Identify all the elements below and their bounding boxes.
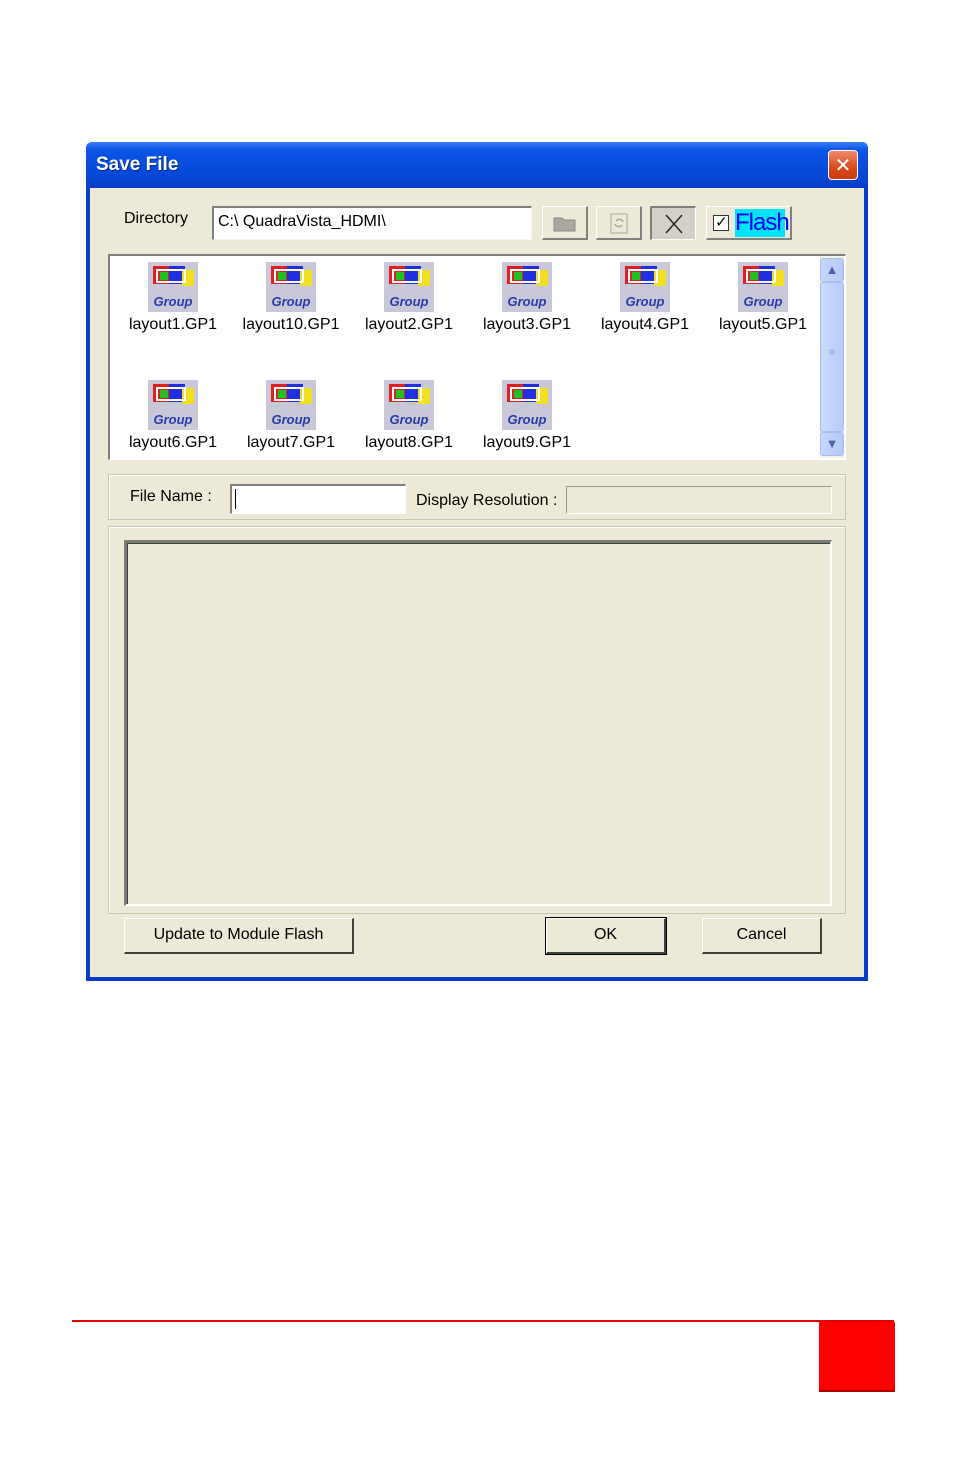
chevron-up-icon: ▲ [825, 262, 839, 277]
display-resolution-field [566, 486, 832, 514]
group-layout-icon: Group [384, 380, 434, 430]
group-layout-icon: Group [502, 262, 552, 312]
open-folder-button[interactable] [542, 206, 588, 240]
vertical-scrollbar[interactable]: ▲ ≡ ▼ [820, 256, 844, 458]
grip-icon: ≡ [828, 345, 836, 359]
group-layout-icon: Group [384, 262, 434, 312]
directory-input[interactable]: C:\ QuadraVista_HDMI\ [212, 206, 532, 240]
display-resolution-label: Display Resolution : [416, 492, 558, 509]
file-name-text: layout7.GP1 [246, 434, 336, 451]
footer-red-box-edge [819, 1390, 895, 1392]
file-item[interactable]: Group layout3.GP1 [468, 258, 586, 358]
file-name-text: layout10.GP1 [242, 316, 340, 333]
svg-text:Group: Group [154, 294, 193, 309]
layout-preview-area [124, 540, 832, 906]
file-item[interactable]: Group layout1.GP1 [114, 258, 232, 358]
flash-checkbox[interactable]: ✓ [713, 214, 729, 231]
file-item[interactable]: Group layout8.GP1 [350, 376, 468, 459]
chevron-down-icon: ▼ [825, 436, 839, 451]
svg-text:Group: Group [626, 294, 665, 309]
flash-label: Flash [735, 209, 790, 237]
group-layout-icon: Group [738, 262, 788, 312]
file-item[interactable]: Group layout4.GP1 [586, 258, 704, 358]
group-layout-icon: Group [620, 262, 670, 312]
svg-text:Group: Group [744, 294, 783, 309]
file-name-text: layout2.GP1 [364, 316, 454, 333]
refresh-button[interactable] [596, 206, 642, 240]
file-item[interactable]: Group layout10.GP1 [232, 258, 350, 358]
scroll-down-button[interactable]: ▼ [820, 432, 844, 456]
file-name-text: layout8.GP1 [364, 434, 454, 451]
checkmark-icon: ✓ [715, 214, 728, 231]
directory-label: Directory [124, 210, 189, 227]
file-list[interactable]: Group layout1.GP1 Group layout10.GP1 Group la… [108, 254, 846, 460]
ok-button[interactable]: OK [545, 917, 667, 955]
file-item[interactable]: Group layout6.GP1 [114, 376, 232, 459]
file-item[interactable]: Group layout9.GP1 [468, 376, 586, 459]
file-item[interactable]: Group layout7.GP1 [232, 376, 350, 459]
file-name-input[interactable] [230, 484, 406, 514]
close-icon: ✕ [834, 155, 852, 177]
footer-rule [72, 1320, 894, 1322]
group-layout-icon: Group [266, 262, 316, 312]
svg-text:Group: Group [272, 412, 311, 427]
file-name-text: layout4.GP1 [600, 316, 690, 333]
cancel-button[interactable]: Cancel [702, 918, 822, 954]
file-name-text: layout6.GP1 [128, 434, 218, 451]
delete-x-icon [665, 214, 683, 234]
svg-text:Group: Group [508, 412, 547, 427]
scroll-up-button[interactable]: ▲ [820, 258, 844, 282]
save-file-dialog: Save File ✕ Directory C:\ QuadraVista_HD… [86, 142, 868, 981]
delete-button[interactable] [650, 206, 696, 240]
svg-text:Group: Group [390, 412, 429, 427]
text-caret [235, 489, 236, 509]
file-name-text: layout1.GP1 [128, 316, 218, 333]
refresh-icon [610, 213, 628, 234]
footer-red-box [819, 1322, 895, 1392]
file-item[interactable]: Group layout5.GP1 [704, 258, 822, 358]
dialog-body: Directory C:\ QuadraVista_HDMI\ ✓ Flash … [90, 188, 864, 977]
group-layout-icon: Group [266, 380, 316, 430]
svg-text:Group: Group [154, 412, 193, 427]
title-bar[interactable]: Save File ✕ [86, 142, 868, 188]
svg-text:Group: Group [508, 294, 547, 309]
window-title: Save File [96, 154, 179, 175]
svg-text:Group: Group [272, 294, 311, 309]
file-name-text: layout3.GP1 [482, 316, 572, 333]
flash-toggle[interactable]: ✓ Flash [706, 206, 792, 240]
group-layout-icon: Group [502, 380, 552, 430]
update-module-flash-button[interactable]: Update to Module Flash [124, 918, 354, 954]
svg-text:Group: Group [390, 294, 429, 309]
group-layout-icon: Group [148, 380, 198, 430]
scroll-thumb[interactable]: ≡ [820, 282, 844, 432]
file-item[interactable]: Group layout2.GP1 [350, 258, 468, 358]
file-name-text: layout9.GP1 [482, 434, 572, 451]
file-name-label: File Name : [130, 488, 212, 505]
folder-icon [553, 217, 576, 232]
file-name-text: layout5.GP1 [718, 316, 808, 333]
group-layout-icon: Group [148, 262, 198, 312]
close-button[interactable]: ✕ [828, 150, 858, 180]
